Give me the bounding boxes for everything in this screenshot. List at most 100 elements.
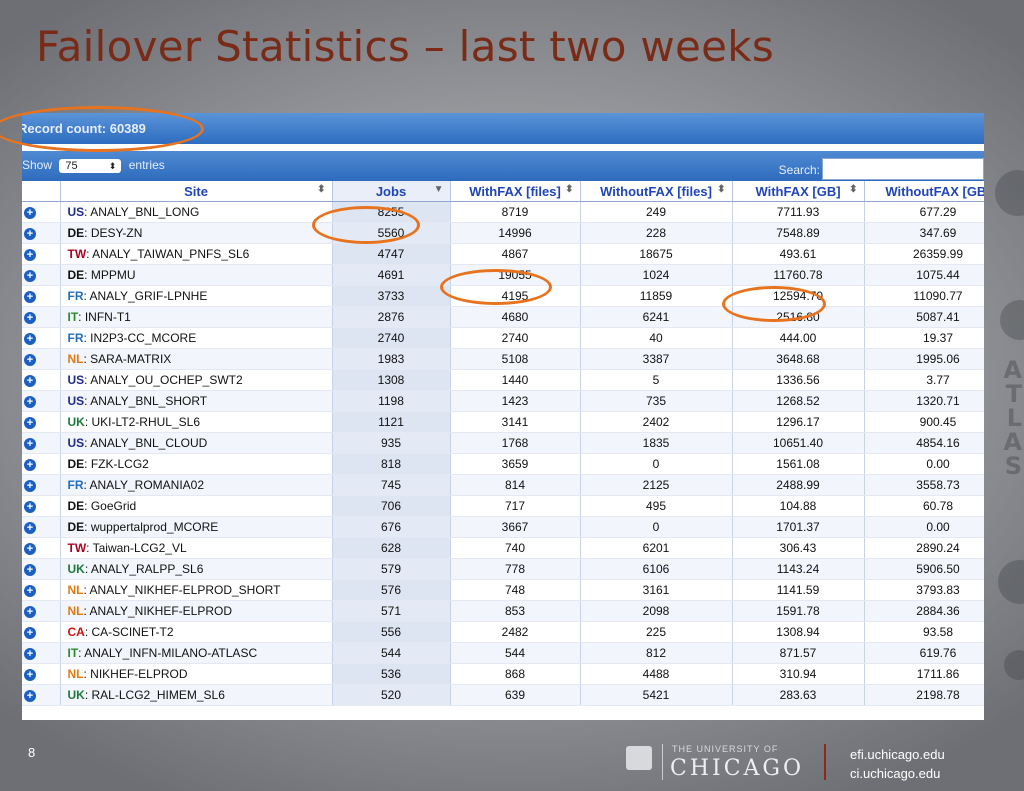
withoutfax-files-cell: 5421 [580,684,733,706]
expand-cell[interactable]: + [22,453,61,475]
expand-plus-icon[interactable]: + [24,438,36,450]
expand-cell[interactable]: + [22,432,61,454]
expand-cell[interactable]: + [22,390,61,412]
expand-plus-icon[interactable]: + [24,690,36,702]
table-row[interactable]: + NL: NIKHEF-ELPROD 536 868 4488 310.94 1711.8… [22,663,984,685]
table-row[interactable]: + DE: GoeGrid 706 717 495 104.88 60.78 [22,495,984,517]
withfax-gb-cell: 306.43 [732,537,865,559]
expand-plus-icon[interactable]: + [24,606,36,618]
expand-plus-icon[interactable]: + [24,522,36,534]
site-separator: : [84,499,91,513]
expand-plus-icon[interactable]: + [24,228,36,240]
site-cell: UK: RAL-LCG2_HIMEM_SL6 [60,684,333,706]
expand-cell[interactable]: + [22,495,61,517]
expand-cell[interactable]: + [22,411,61,433]
table-row[interactable]: + IT: ANALY_INFN-MILANO-ATLASC 544 544 812 87… [22,642,984,664]
entries-value: 75 [65,159,78,172]
table-row[interactable]: + FR: ANALY_ROMANIA02 745 814 2125 2488.99 355… [22,474,984,496]
expand-plus-icon[interactable]: + [24,417,36,429]
expand-cell[interactable]: + [22,327,61,349]
expand-plus-icon[interactable]: + [24,585,36,597]
expand-cell[interactable]: + [22,285,61,307]
table-row[interactable]: + UK: UKI-LT2-RHUL_SL6 1121 3141 2402 1296.17… [22,411,984,433]
expand-cell[interactable]: + [22,558,61,580]
expand-cell[interactable]: + [22,474,61,496]
search-label: Search: [778,163,820,177]
column-header-withoutfax-gb[interactable]: WithoutFAX [GB]⬍ [864,181,984,202]
table-row[interactable]: + FR: IN2P3-CC_MCORE 2740 2740 40 444.00 19.37 [22,327,984,349]
table-row[interactable]: + DE: DESY-ZN 5560 14996 228 7548.89 347.69 [22,222,984,244]
site-name: ANALY_GRIF-LPNHE [89,289,208,303]
withfax-gb-cell: 7548.89 [732,222,865,244]
entries-select[interactable]: 75 ⬍ [59,158,122,173]
expand-cell[interactable]: + [22,537,61,559]
jobs-cell: 579 [332,558,451,580]
expand-cell[interactable]: + [22,306,61,328]
expand-cell[interactable]: + [22,516,61,538]
expand-cell[interactable]: + [22,600,61,622]
expand-cell[interactable]: + [22,663,61,685]
expand-plus-icon[interactable]: + [24,291,36,303]
table-row[interactable]: + CA: CA-SCINET-T2 556 2482 225 1308.94 93.58 [22,621,984,643]
search-input[interactable] [822,158,984,180]
column-header-withfax-files[interactable]: WithFAX [files] ⬍ [450,181,581,202]
column-header-site[interactable]: Site ⬍ [60,181,333,202]
background-circle [1004,650,1024,680]
jobs-cell: 544 [332,642,451,664]
table-row[interactable]: + NL: SARA-MATRIX 1983 5108 3387 3648.68 1995.… [22,348,984,370]
expand-plus-icon[interactable]: + [24,333,36,345]
jobs-cell: 818 [332,453,451,475]
expand-plus-icon[interactable]: + [24,627,36,639]
expand-plus-icon[interactable]: + [24,648,36,660]
expand-cell[interactable]: + [22,348,61,370]
table-row[interactable]: + DE: wuppertalprod_MCORE 676 3667 0 1701.37 0… [22,516,984,538]
expand-cell[interactable]: + [22,264,61,286]
withoutfax-files-cell: 18675 [580,243,733,265]
table-row[interactable]: + US: ANALY_BNL_CLOUD 935 1768 1835 10651.40 4… [22,432,984,454]
table-row[interactable]: + IT: INFN-T1 2876 4680 6241 2516.80 5087.41 [22,306,984,328]
background-circle [995,170,1024,216]
expand-cell[interactable]: + [22,222,61,244]
table-row[interactable]: + UK: ANALY_RALPP_SL6 579 778 6106 1143.24 590… [22,558,984,580]
expand-plus-icon[interactable]: + [24,207,36,219]
expand-cell[interactable]: + [22,369,61,391]
expand-plus-icon[interactable]: + [24,375,36,387]
table-row[interactable]: + UK: RAL-LCG2_HIMEM_SL6 520 639 5421 283.63 2… [22,684,984,706]
table-row[interactable]: + TW: Taiwan-LCG2_VL 628 740 6201 306.43 2890.… [22,537,984,559]
table-row[interactable]: + TW: ANALY_TAIWAN_PNFS_SL6 4747 4867 18675 4… [22,243,984,265]
table-row[interactable]: + US: ANALY_BNL_SHORT 1198 1423 735 1268.52 13… [22,390,984,412]
site-name: ANALY_BNL_CLOUD [90,436,208,450]
expand-plus-icon[interactable]: + [24,249,36,261]
expand-cell[interactable]: + [22,579,61,601]
country-code: US [67,394,85,408]
site-separator: : [84,415,92,429]
expand-plus-icon[interactable]: + [24,270,36,282]
table-row[interactable]: + DE: FZK-LCG2 818 3659 0 1561.08 0.00 [22,453,984,475]
expand-plus-icon[interactable]: + [24,459,36,471]
expand-plus-icon[interactable]: + [24,480,36,492]
table-row[interactable]: + US: ANALY_BNL_LONG 8255 8719 249 7711.93 677… [22,201,984,223]
expand-plus-icon[interactable]: + [24,501,36,513]
expand-cell[interactable]: + [22,642,61,664]
table-row[interactable]: + US: ANALY_OU_OCHEP_SWT2 1308 1440 5 1336.56… [22,369,984,391]
withfax-files-cell: 14996 [450,222,581,244]
expand-plus-icon[interactable]: + [24,543,36,555]
expand-plus-icon[interactable]: + [24,669,36,681]
expand-plus-icon[interactable]: + [24,396,36,408]
expand-plus-icon[interactable]: + [24,564,36,576]
expand-plus-icon[interactable]: + [24,354,36,366]
column-header-withfax-gb[interactable]: WithFAX [GB] ⬍ [732,181,865,202]
table-row[interactable]: + NL: ANALY_NIKHEF-ELPROD 571 853 2098 1591.7… [22,600,984,622]
expand-cell[interactable]: + [22,621,61,643]
expand-cell[interactable]: + [22,201,61,223]
expand-cell[interactable]: + [22,243,61,265]
table-controls: Show 75 ⬍ entries Search: [22,151,984,181]
expand-cell[interactable]: + [22,684,61,706]
table-row[interactable]: + NL: ANALY_NIKHEF-ELPROD_SHORT 576 748 3161… [22,579,984,601]
highlight-ellipse-record-count [0,106,204,152]
expand-plus-icon[interactable]: + [24,312,36,324]
table-header-row: Site ⬍ Jobs ▼ WithFAX [files] ⬍ WithoutFAX … [22,181,984,202]
column-header-jobs[interactable]: Jobs ▼ [332,181,451,202]
jobs-cell: 706 [332,495,451,517]
column-header-withoutfax-files[interactable]: WithoutFAX [files] ⬍ [580,181,733,202]
